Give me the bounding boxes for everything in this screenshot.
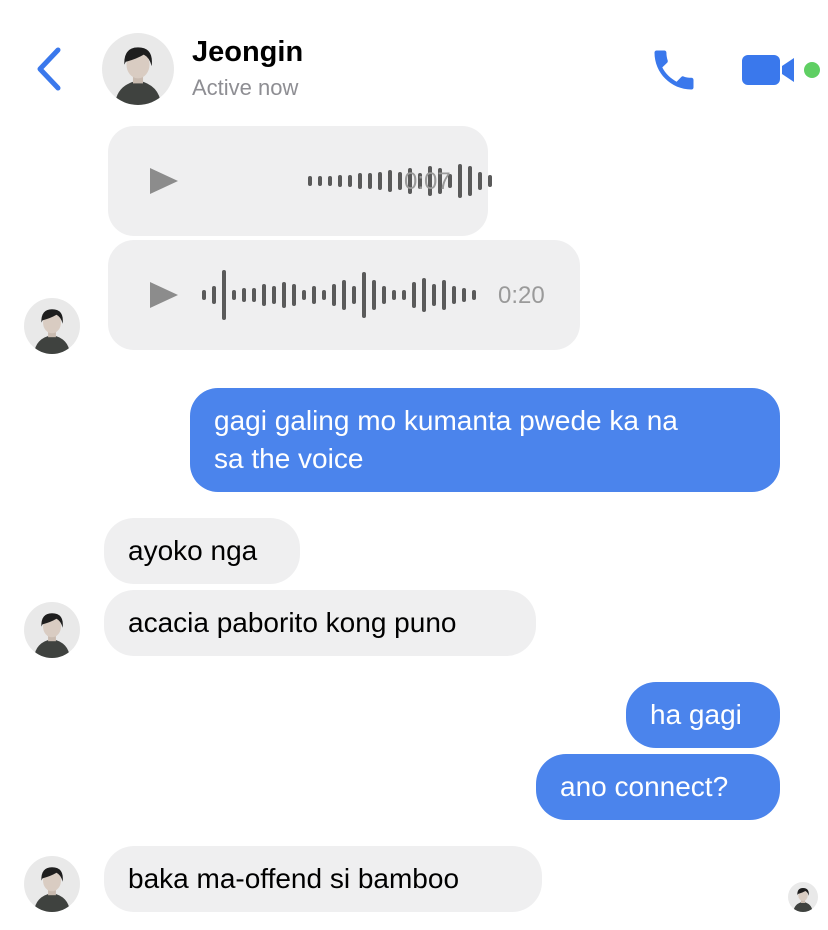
voice-duration: 0:07 [404,168,451,195]
message-text: baka ma-offend si bamboo [128,863,460,894]
contact-avatar[interactable] [24,602,80,658]
voice-duration: 0:20 [498,282,545,309]
play-icon[interactable] [150,282,178,308]
waveform [202,270,476,320]
message-text: acacia paborito kong puno [128,607,457,638]
video-camera-icon[interactable] [740,52,800,88]
voice-message[interactable]: 0:20 [108,240,580,350]
message-text: ayoko nga [128,535,258,566]
incoming-message[interactable]: baka ma-offend si bamboo [104,846,542,912]
voice-message[interactable]: 0:07 [108,126,492,236]
contact-avatar[interactable] [102,33,174,105]
contact-name[interactable]: Jeongin [192,36,303,69]
contact-avatar[interactable] [24,856,80,912]
outgoing-message[interactable]: gagi galing mo kumanta pwede ka na sa th… [190,388,780,492]
message-text: sa the voice [214,443,364,474]
seen-indicator-avatar [788,882,818,912]
phone-icon[interactable] [648,44,700,96]
message-text: ano connect? [560,771,729,802]
active-status: Active now [192,75,299,100]
contact-avatar[interactable] [24,298,80,354]
message-text: gagi galing mo kumanta pwede ka na [214,405,678,436]
online-indicator [804,62,820,78]
outgoing-message[interactable]: ano connect? [536,754,780,820]
outgoing-message[interactable]: ha gagi [626,682,780,748]
message-text: ha gagi [650,699,742,730]
play-icon[interactable] [150,168,178,194]
chat-header: Jeongin Active now [0,0,828,118]
incoming-message[interactable]: acacia paborito kong puno [104,590,536,656]
waveform [308,164,492,198]
chevron-left-icon[interactable] [30,44,70,94]
incoming-message[interactable]: ayoko nga [104,518,300,584]
